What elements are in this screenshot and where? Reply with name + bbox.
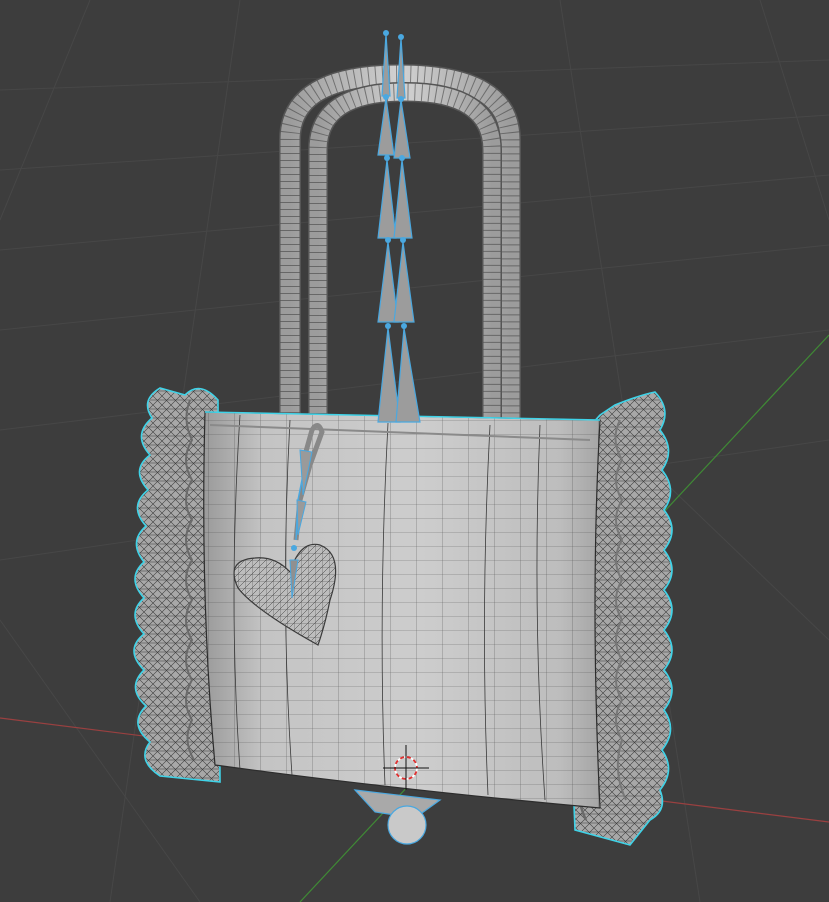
- viewport-canvas[interactable]: [0, 0, 829, 902]
- 3d-viewport[interactable]: [0, 0, 829, 902]
- bag-foot-icon[interactable]: [353, 789, 442, 845]
